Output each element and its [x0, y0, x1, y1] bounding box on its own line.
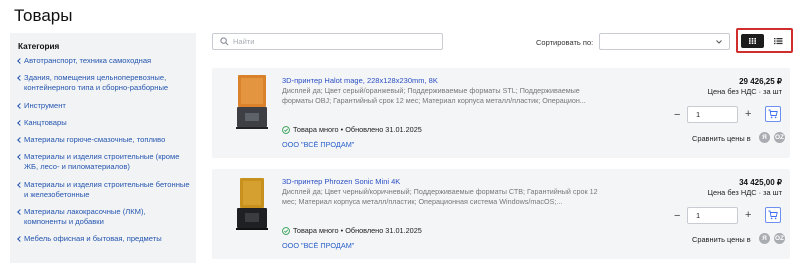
sort-label: Сортировать по: — [536, 38, 594, 47]
yandex-market-icon[interactable]: Я — [759, 132, 770, 143]
add-to-cart-button[interactable] — [765, 207, 781, 223]
compare-prices-label: Сравнить цены в — [692, 134, 751, 143]
page-title: Товары — [14, 6, 73, 25]
category-sidebar: Категория Автотранспорт, техника самоход… — [10, 33, 196, 263]
list-icon — [774, 38, 783, 45]
product-description: Дисплей да; Цвет черный/коричневый; Подд… — [282, 187, 598, 206]
product-image[interactable] — [228, 73, 276, 131]
product-card: 3D-принтер Phrozen Sonic Mini 4K Дисплей… — [212, 169, 790, 259]
product-price: 29 426,25 ₽ — [739, 77, 782, 86]
category-item[interactable]: Материалы и изделия строительные бетонны… — [18, 180, 190, 200]
category-item[interactable]: Мебель офисная и бытовая, предметы — [18, 234, 190, 244]
grid-icon — [749, 38, 756, 44]
product-price: 34 425,00 ₽ — [739, 178, 782, 187]
increase-quantity-button[interactable]: + — [745, 108, 751, 120]
ozon-icon[interactable]: OZ — [774, 233, 785, 244]
stock-status: Товара много • Обновлено 31.01.2025 — [282, 226, 422, 235]
sort-select[interactable] — [599, 33, 730, 50]
add-to-cart-button[interactable] — [765, 106, 781, 122]
decrease-quantity-button[interactable]: − — [674, 210, 680, 222]
search-input[interactable] — [233, 36, 433, 47]
quantity-input[interactable]: 1 — [687, 106, 738, 123]
seller-link[interactable]: ООО "ВСЁ ПРОДАМ" — [282, 140, 354, 149]
chevron-down-icon — [716, 40, 722, 44]
price-note: Цена без НДС · за шт — [707, 188, 782, 197]
seller-link[interactable]: ООО "ВСЁ ПРОДАМ" — [282, 241, 354, 250]
product-card: 3D-принтер Halot mage, 228х128х230mm, 8K… — [212, 68, 790, 158]
product-name-link[interactable]: 3D-принтер Halot mage, 228х128х230mm, 8K — [282, 76, 438, 85]
check-circle-icon — [282, 227, 290, 235]
category-item[interactable]: Материалы и изделия строительные (кроме … — [18, 152, 190, 172]
category-item[interactable]: Материалы лакокрасочные (ЛКМ), компонент… — [18, 207, 190, 227]
ozon-icon[interactable]: OZ — [774, 132, 785, 143]
category-item[interactable]: Материалы горюче-смазочные, топливо — [18, 135, 190, 145]
cart-icon — [768, 109, 778, 119]
stock-status: Товара много • Обновлено 31.01.2025 — [282, 125, 422, 134]
category-item[interactable]: Здания, помещения цельноперевозные, конт… — [18, 73, 190, 93]
decrease-quantity-button[interactable]: − — [674, 109, 680, 121]
product-description: Дисплей да; Цвет серый/оранжевый; Поддер… — [282, 86, 586, 105]
list-view-button[interactable] — [767, 34, 790, 48]
increase-quantity-button[interactable]: + — [745, 209, 751, 221]
search-icon — [220, 37, 229, 46]
cart-icon — [768, 210, 778, 220]
check-circle-icon — [282, 126, 290, 134]
quantity-input[interactable]: 1 — [687, 207, 738, 224]
category-item[interactable]: Канцтовары — [18, 118, 190, 128]
yandex-market-icon[interactable]: Я — [759, 233, 770, 244]
price-note: Цена без НДС · за шт — [707, 87, 782, 96]
grid-view-button[interactable] — [741, 34, 764, 48]
category-heading: Категория — [18, 42, 60, 51]
product-image[interactable] — [228, 174, 276, 232]
view-toggle — [736, 28, 793, 53]
category-item[interactable]: Автотранспорт, техника самоходная — [18, 56, 190, 66]
search-box[interactable] — [212, 33, 443, 50]
stock-text: Товара много • Обновлено 31.01.2025 — [293, 226, 422, 235]
stock-text: Товара много • Обновлено 31.01.2025 — [293, 125, 422, 134]
compare-prices-label: Сравнить цены в — [692, 235, 751, 244]
product-name-link[interactable]: 3D-принтер Phrozen Sonic Mini 4K — [282, 177, 400, 186]
category-item[interactable]: Инструмент — [18, 101, 190, 111]
